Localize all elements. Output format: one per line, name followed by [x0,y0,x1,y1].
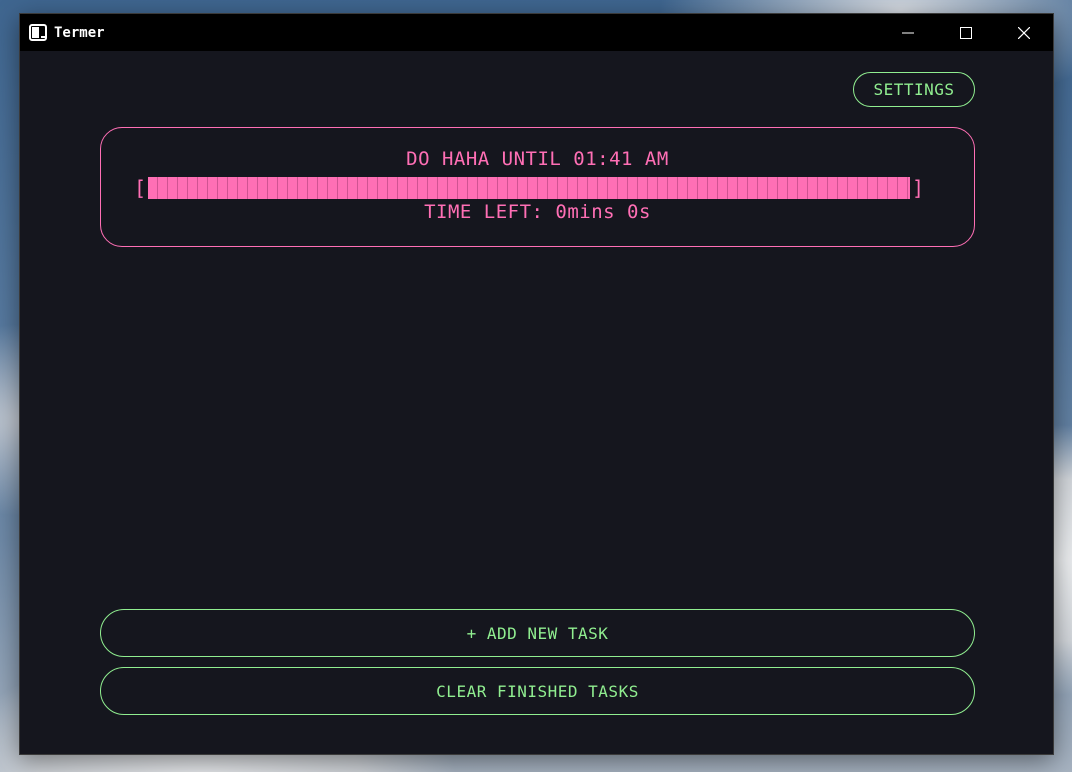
maximize-button[interactable] [937,14,995,51]
title-bar[interactable]: Termer [20,14,1053,51]
add-task-button[interactable]: + ADD NEW TASK [100,609,975,657]
progress-bracket-open: [ [134,176,147,200]
task-title: DO HAHA UNTIL 01:41 AM [406,148,669,170]
settings-button[interactable]: SETTINGS [853,72,975,107]
close-button[interactable] [995,14,1053,51]
close-icon [1018,26,1030,39]
app-window: Termer SETTINGS DO HAHA UNTIL 01:41 AM [… [19,13,1054,755]
task-progress: [ ] [134,175,924,201]
terminal-app-icon [29,24,47,41]
progress-track [148,177,910,199]
minimize-icon [902,32,914,33]
main-content: SETTINGS DO HAHA UNTIL 01:41 AM [ ] TIME… [20,51,1053,754]
window-title: Termer [54,24,105,41]
time-left: TIME LEFT: 0mins 0s [424,201,651,223]
minimize-button[interactable] [879,14,937,51]
window-controls [879,14,1053,51]
task-card: DO HAHA UNTIL 01:41 AM [ ] TIME LEFT: 0m… [100,127,975,247]
progress-bracket-close: ] [911,176,924,200]
progress-fill [148,177,910,199]
clear-finished-button[interactable]: CLEAR FINISHED TASKS [100,667,975,715]
maximize-icon [960,26,972,39]
